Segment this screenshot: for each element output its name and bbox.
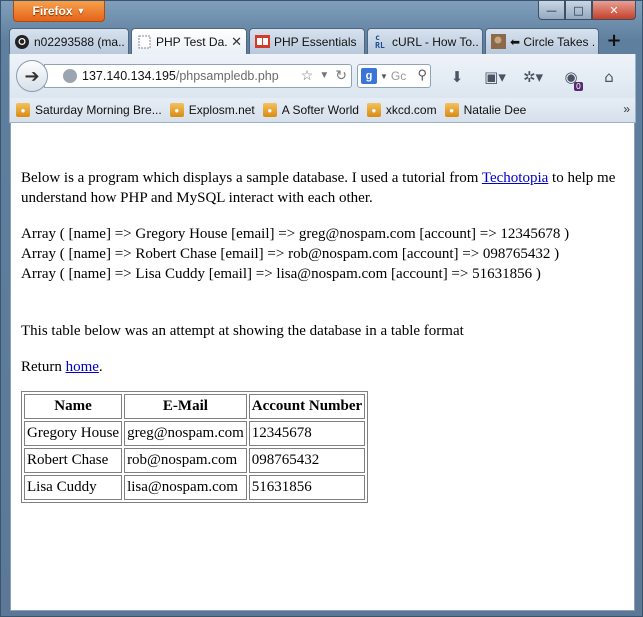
array-dump: Array ( [name] => Gregory House [email] …	[21, 224, 624, 284]
github-icon	[14, 34, 30, 50]
url-bar-actions: ☆ ▼ ↻	[301, 67, 347, 84]
bookmark-label: Saturday Morning Bre...	[35, 103, 162, 117]
cell-email: greg@nospam.com	[124, 421, 247, 446]
tab-label: n02293588 (ma...	[34, 34, 124, 49]
tab-label: PHP Test Da...	[156, 34, 228, 49]
cell-account: 51631856	[248, 475, 366, 500]
notification-badge: 0	[573, 82, 583, 91]
intro-text: Below is a program which displays a samp…	[21, 170, 482, 186]
back-arrow-icon: ➔	[24, 65, 40, 87]
return-text: .	[98, 359, 103, 375]
bookmarks-toolbar: ● Saturday Morning Bre... ● Explosm.net ● A…	[9, 98, 636, 123]
techotopia-link[interactable]: Techotopia	[482, 170, 548, 186]
cell-account: 12345678	[248, 421, 366, 446]
array-line: Array ( [name] => Gregory House [email] …	[21, 226, 570, 242]
rss-icon: ●	[366, 103, 381, 117]
home-icon[interactable]: ⌂	[590, 66, 628, 88]
bookmark-item[interactable]: ● Explosm.net	[169, 103, 255, 117]
page-content: Below is a program which displays a samp…	[10, 123, 635, 611]
tab-label: PHP Essentials ...	[274, 34, 360, 49]
close-tab-icon[interactable]: ✕	[231, 34, 242, 50]
navigation-toolbar: 137.140.134.195/phpsampledb.php ☆ ▼ ↻ ➔ …	[9, 54, 636, 98]
back-button[interactable]: ➔	[16, 60, 48, 92]
bookmarks-overflow-icon[interactable]: »	[623, 102, 630, 116]
curl-icon: c RL	[375, 32, 385, 50]
rss-icon: ●	[169, 103, 184, 117]
column-header-name: Name	[24, 394, 123, 419]
tab-label: ⬅ Circle Takes ...	[510, 34, 594, 49]
return-text: Return	[21, 359, 66, 375]
url-bar[interactable]: 137.140.134.195/phpsampledb.php ☆ ▼ ↻	[44, 64, 352, 88]
search-icon[interactable]: ⚲	[417, 67, 427, 83]
bookmark-label: Natalie Dee	[463, 103, 527, 117]
rss-icon: ●	[262, 103, 277, 117]
bookmarks-menu-icon[interactable]: ▣▾	[476, 66, 514, 88]
bookmark-item[interactable]: ● Saturday Morning Bre...	[16, 103, 162, 117]
tab-circle-takes[interactable]: ⬅ Circle Takes ...	[485, 28, 599, 54]
window-controls: — □ ✕	[538, 1, 636, 20]
chevron-down-icon[interactable]: ▼	[380, 72, 388, 81]
url-host: 137.140.134.195	[82, 69, 176, 83]
rss-icon: ●	[16, 103, 30, 117]
home-link[interactable]: home	[66, 359, 99, 375]
array-line: Array ( [name] => Lisa Cuddy [email] => …	[21, 266, 541, 282]
book-icon	[254, 34, 270, 50]
cell-name: Lisa Cuddy	[24, 475, 123, 500]
tab-php-essentials[interactable]: PHP Essentials ...	[249, 28, 365, 54]
minimize-button[interactable]: —	[538, 1, 565, 20]
maximize-button[interactable]: □	[565, 1, 592, 20]
google-icon[interactable]: g	[361, 68, 377, 84]
cell-name: Robert Chase	[24, 448, 123, 473]
bookmark-label: xkcd.com	[385, 103, 437, 117]
reload-icon[interactable]: ↻	[335, 67, 347, 84]
addon-icon[interactable]: ✲▾	[514, 66, 552, 88]
table-row: Lisa Cuddy lisa@nospam.com 51631856	[24, 475, 366, 500]
blank-page-icon	[136, 34, 152, 50]
tab-curl[interactable]: c RL cURL - How To...	[367, 28, 483, 54]
firefox-menu-button[interactable]: Firefox ▼	[13, 1, 105, 22]
table-row: Robert Chase rob@nospam.com 098765432	[24, 448, 366, 473]
image-icon	[490, 34, 506, 50]
tab-github[interactable]: n02293588 (ma...	[9, 28, 129, 54]
table-row: Gregory House greg@nospam.com 12345678	[24, 421, 366, 446]
tab-strip: n02293588 (ma... PHP Test Da... ✕ PHP Es…	[9, 28, 636, 54]
globe-icon	[63, 69, 77, 83]
tab-php-test[interactable]: PHP Test Da... ✕	[131, 28, 247, 54]
close-window-button[interactable]: ✕	[592, 1, 636, 20]
cell-email: rob@nospam.com	[124, 448, 247, 473]
cell-name: Gregory House	[24, 421, 123, 446]
rss-icon: ●	[444, 103, 459, 117]
firefox-menu-label: Firefox	[32, 4, 73, 18]
title-bar: Firefox ▼ — □ ✕	[1, 1, 642, 27]
cell-email: lisa@nospam.com	[124, 475, 247, 500]
chevron-down-icon: ▼	[76, 6, 86, 16]
return-line: Return home.	[21, 357, 624, 377]
bookmark-label: A Softer World	[281, 103, 359, 117]
cell-account: 098765432	[248, 448, 366, 473]
search-input[interactable]: Gc	[391, 69, 406, 83]
bookmark-item[interactable]: ● A Softer World	[262, 103, 359, 117]
table-note: This table below was an attempt at showi…	[21, 323, 464, 339]
toolbar-icons: ⬇ ▣▾ ✲▾ ◉ 0 ⌂	[438, 66, 628, 91]
url-path: /phpsampledb.php	[175, 69, 279, 83]
download-icon[interactable]: ⬇	[438, 66, 476, 88]
intro-paragraph: Below is a program which displays a samp…	[21, 168, 624, 208]
array-line: Array ( [name] => Robert Chase [email] =…	[21, 246, 560, 262]
bookmark-label: Explosm.net	[188, 103, 255, 117]
new-tab-button[interactable]: +	[601, 28, 627, 52]
column-header-email: E-Mail	[124, 394, 247, 419]
table-header-row: Name E-Mail Account Number	[24, 394, 366, 419]
browser-window: Firefox ▼ — □ ✕ n02293588 (ma... PHP Tes…	[0, 0, 643, 617]
search-bar[interactable]: g ▼ Gc ⚲	[357, 64, 431, 88]
dropdown-arrow-icon[interactable]: ▼	[319, 67, 329, 84]
ghostery-icon[interactable]: ◉ 0	[552, 66, 590, 91]
bookmark-star-icon[interactable]: ☆	[301, 67, 314, 84]
database-table: Name E-Mail Account Number Gregory House…	[21, 391, 369, 503]
tab-label: cURL - How To...	[392, 34, 478, 49]
bookmark-item[interactable]: ● Natalie Dee	[444, 103, 527, 117]
bookmark-item[interactable]: ● xkcd.com	[366, 103, 437, 117]
column-header-account: Account Number	[248, 394, 366, 419]
